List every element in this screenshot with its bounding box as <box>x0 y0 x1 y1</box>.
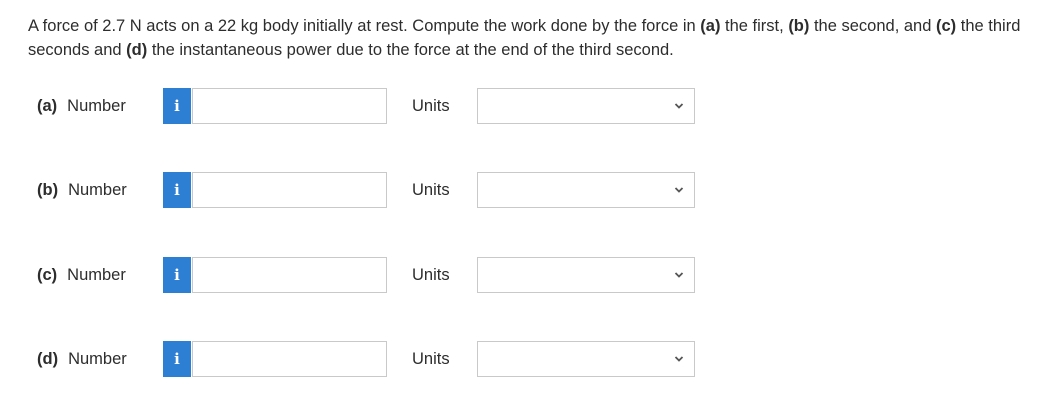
info-icon[interactable]: i <box>163 172 191 208</box>
units-label-b: Units <box>412 181 450 199</box>
part-label-d: (d) Number <box>37 350 127 368</box>
answer-row-c: (c) Number i Units <box>37 257 717 293</box>
chevron-down-icon <box>674 270 684 280</box>
number-input-b[interactable] <box>192 172 387 208</box>
answer-row-a: (a) Number i Units <box>37 88 717 124</box>
number-input-d[interactable] <box>192 341 387 377</box>
units-select-d[interactable] <box>477 341 695 377</box>
units-label-a: Units <box>412 97 450 115</box>
units-select-c[interactable] <box>477 257 695 293</box>
answer-row-b: (b) Number i Units <box>37 172 717 208</box>
info-icon[interactable]: i <box>163 257 191 293</box>
part-label-a: (a) Number <box>37 97 126 115</box>
units-select-a[interactable] <box>477 88 695 124</box>
chevron-down-icon <box>674 185 684 195</box>
number-input-a[interactable] <box>192 88 387 124</box>
part-label-c: (c) Number <box>37 266 126 284</box>
chevron-down-icon <box>674 101 684 111</box>
units-label-d: Units <box>412 350 450 368</box>
answer-row-d: (d) Number i Units <box>37 341 717 377</box>
question-text: A force of 2.7 N acts on a 22 kg body in… <box>28 17 1021 59</box>
chevron-down-icon <box>674 354 684 364</box>
part-label-b: (b) Number <box>37 181 127 199</box>
number-input-c[interactable] <box>192 257 387 293</box>
info-icon[interactable]: i <box>163 341 191 377</box>
units-label-c: Units <box>412 266 450 284</box>
info-icon[interactable]: i <box>163 88 191 124</box>
units-select-b[interactable] <box>477 172 695 208</box>
